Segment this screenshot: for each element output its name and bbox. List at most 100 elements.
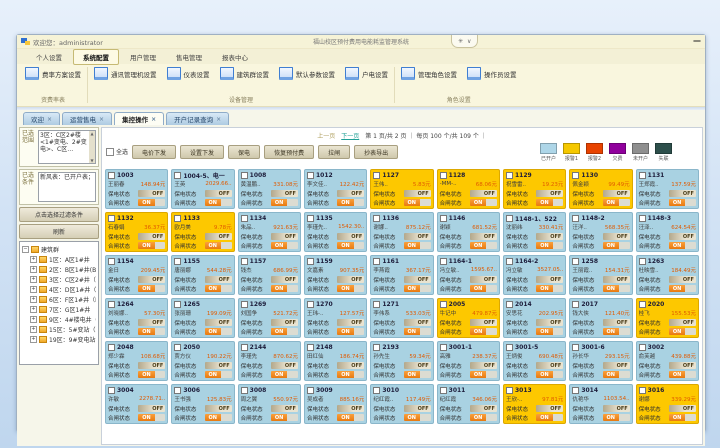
power-protect-toggle[interactable]: OFF: [470, 190, 497, 197]
toolbar-button[interactable]: 恢复预付费: [264, 145, 314, 159]
switch-state-toggle[interactable]: ON: [271, 199, 298, 206]
power-protect-toggle[interactable]: OFF: [470, 362, 497, 369]
power-protect-toggle[interactable]: OFF: [205, 190, 232, 197]
room-checkbox[interactable]: [307, 172, 314, 179]
close-icon[interactable]: ×: [216, 116, 221, 123]
power-protect-toggle[interactable]: OFF: [271, 319, 298, 326]
switch-state-toggle[interactable]: ON: [669, 328, 696, 335]
switch-state-toggle[interactable]: ON: [470, 199, 497, 206]
expand-icon[interactable]: +: [30, 266, 37, 273]
power-protect-toggle[interactable]: OFF: [536, 362, 563, 369]
room-checkbox[interactable]: [307, 215, 314, 222]
document-tab[interactable]: 运营售电 ×: [62, 112, 112, 125]
room-checkbox[interactable]: [440, 344, 447, 351]
room-card[interactable]: 2005 牛记中 479.87元 保电状态 OFF: [437, 298, 500, 338]
room-card[interactable]: 1271 李伟系 533.03元 保电状态 OFF: [370, 298, 433, 338]
room-checkbox[interactable]: [572, 215, 579, 222]
tree-item[interactable]: + 2区：B区1#井(B区: [22, 264, 96, 274]
switch-state-toggle[interactable]: ON: [603, 328, 630, 335]
tree-item[interactable]: + 15区：5#变站（3…: [22, 324, 96, 334]
switch-state-toggle[interactable]: ON: [536, 414, 563, 421]
room-card[interactable]: 1148-2 汪洋.. 568.35元 保电状态 OFF: [569, 212, 632, 252]
switch-state-toggle[interactable]: ON: [470, 285, 497, 292]
select-all[interactable]: 全选: [106, 147, 128, 156]
power-protect-toggle[interactable]: OFF: [536, 190, 563, 197]
power-protect-toggle[interactable]: OFF: [271, 405, 298, 412]
switch-state-toggle[interactable]: ON: [205, 328, 232, 335]
room-checkbox[interactable]: [108, 172, 115, 179]
room-card[interactable]: 2148 田红仙 186.74元 保电状态 OFF: [304, 341, 367, 381]
power-protect-toggle[interactable]: OFF: [669, 233, 696, 240]
tree-item[interactable]: + 1区：A区1#井: [22, 254, 96, 264]
menu-item[interactable]: 售电管理: [167, 50, 211, 64]
room-checkbox[interactable]: [440, 172, 447, 179]
switch-state-toggle[interactable]: ON: [138, 199, 165, 206]
close-icon[interactable]: ×: [151, 116, 156, 123]
scroll-down-icon[interactable]: ▼: [89, 158, 95, 163]
power-protect-toggle[interactable]: OFF: [138, 190, 165, 197]
close-icon[interactable]: ×: [47, 116, 52, 123]
power-protect-toggle[interactable]: OFF: [669, 362, 696, 369]
room-card[interactable]: 3009 吴成者 885.16元 保电状态 OFF: [304, 384, 367, 424]
power-protect-toggle[interactable]: OFF: [404, 190, 431, 197]
power-protect-toggle[interactable]: OFF: [205, 276, 232, 283]
room-checkbox[interactable]: [373, 215, 380, 222]
tree-root[interactable]: − 建筑群: [22, 244, 96, 254]
switch-state-toggle[interactable]: ON: [138, 285, 165, 292]
room-card[interactable]: 2193 孙先生 59.34元 保电状态 OFF: [370, 341, 433, 381]
power-protect-toggle[interactable]: OFF: [271, 362, 298, 369]
expand-icon[interactable]: +: [30, 256, 37, 263]
ribbon-button[interactable]: 操作员设置: [467, 67, 517, 80]
switch-state-toggle[interactable]: ON: [337, 285, 364, 292]
room-checkbox[interactable]: [174, 258, 181, 265]
room-checkbox[interactable]: [108, 301, 115, 308]
power-protect-toggle[interactable]: OFF: [536, 276, 563, 283]
power-protect-toggle[interactable]: OFF: [470, 319, 497, 326]
switch-state-toggle[interactable]: ON: [271, 414, 298, 421]
power-protect-toggle[interactable]: OFF: [205, 405, 232, 412]
room-card[interactable]: 1135 李瑾先.. 1542.30.. 保电状态 OFF: [304, 212, 367, 252]
power-protect-toggle[interactable]: OFF: [404, 362, 431, 369]
power-protect-toggle[interactable]: OFF: [337, 319, 364, 326]
switch-state-toggle[interactable]: ON: [404, 414, 431, 421]
room-card[interactable]: 1265 张丽珊 199.09元 保电状态 OFF: [171, 298, 234, 338]
switch-state-toggle[interactable]: ON: [337, 414, 364, 421]
room-checkbox[interactable]: [174, 344, 181, 351]
switch-state-toggle[interactable]: ON: [603, 371, 630, 378]
ribbon-button[interactable]: 费率方案设置: [25, 67, 81, 80]
room-checkbox[interactable]: [506, 344, 513, 351]
power-protect-toggle[interactable]: OFF: [536, 233, 563, 240]
power-protect-toggle[interactable]: OFF: [271, 276, 298, 283]
switch-state-toggle[interactable]: ON: [271, 285, 298, 292]
room-card[interactable]: 1133 欧月美 9.78元 保电状态 OFF: [171, 212, 234, 252]
switch-state-toggle[interactable]: ON: [404, 328, 431, 335]
room-card[interactable]: 1129 祝雪雷.. 19.23元 保电状态 OFF: [503, 169, 566, 209]
room-checkbox[interactable]: [639, 258, 646, 265]
room-checkbox[interactable]: [639, 301, 646, 308]
switch-state-toggle[interactable]: ON: [337, 242, 364, 249]
room-card[interactable]: 1134 朱品.. 921.63元 保电状态 OFF: [238, 212, 301, 252]
power-protect-toggle[interactable]: OFF: [404, 276, 431, 283]
room-checkbox[interactable]: [572, 344, 579, 351]
switch-state-toggle[interactable]: ON: [536, 242, 563, 249]
ribbon-button[interactable]: 管理角色设置: [401, 67, 457, 80]
room-checkbox[interactable]: [108, 215, 115, 222]
tree-item[interactable]: + 3区：C区2#井（1…: [22, 274, 96, 284]
power-protect-toggle[interactable]: OFF: [138, 276, 165, 283]
tree-item[interactable]: + 4区：D区1#井（D…: [22, 284, 96, 294]
switch-state-toggle[interactable]: ON: [205, 199, 232, 206]
room-card[interactable]: 1164-2 冯立敏 3527.05.. 保电状态 OFF: [503, 255, 566, 295]
room-checkbox[interactable]: [307, 258, 314, 265]
power-protect-toggle[interactable]: OFF: [536, 405, 563, 412]
power-protect-toggle[interactable]: OFF: [271, 233, 298, 240]
switch-state-toggle[interactable]: ON: [536, 328, 563, 335]
power-protect-toggle[interactable]: OFF: [337, 190, 364, 197]
expand-icon[interactable]: +: [30, 316, 37, 323]
room-checkbox[interactable]: [174, 172, 181, 179]
room-card[interactable]: 2014 安思花 202.95元 保电状态 OFF: [503, 298, 566, 338]
room-checkbox[interactable]: [108, 387, 115, 394]
power-protect-toggle[interactable]: OFF: [205, 233, 232, 240]
room-card[interactable]: 1128 -MM-.. 68.06元 保电状态 OFF: [437, 169, 500, 209]
power-protect-toggle[interactable]: OFF: [603, 362, 630, 369]
tree-item[interactable]: + 19区：9#变电站（…: [22, 334, 96, 344]
